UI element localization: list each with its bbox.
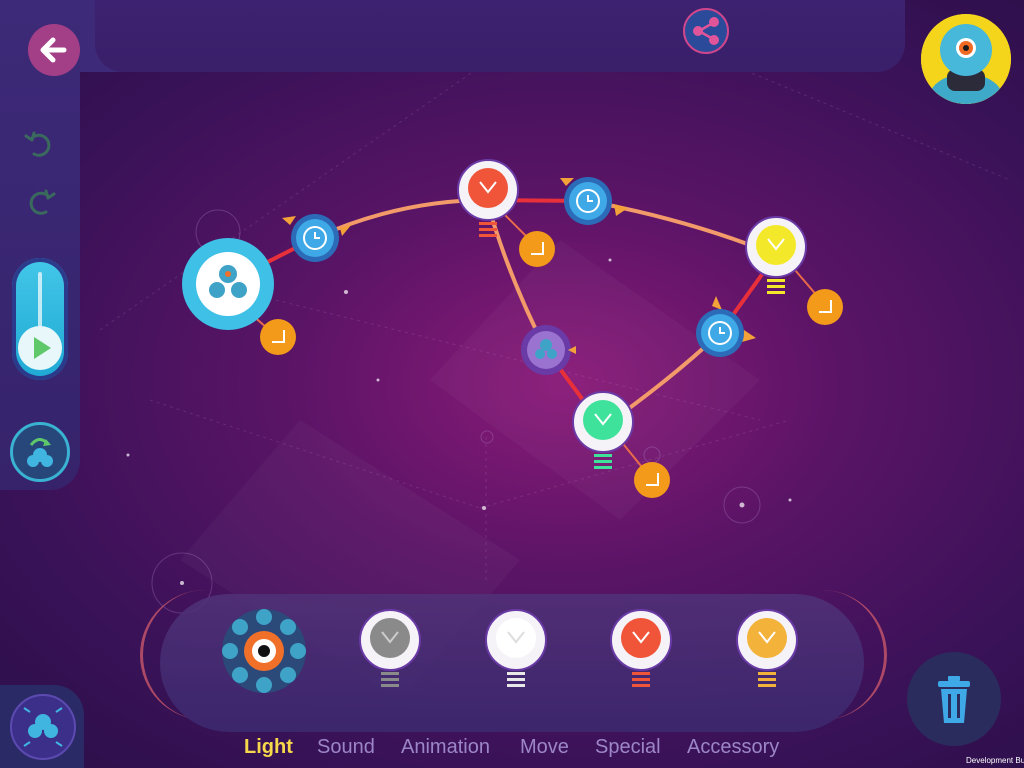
- tab-animation[interactable]: Animation: [401, 736, 490, 759]
- tab-accessory[interactable]: Accessory: [687, 736, 779, 759]
- palette-light-red[interactable]: [610, 609, 672, 687]
- tab-sound[interactable]: Sound: [317, 736, 375, 759]
- tab-special[interactable]: Special: [595, 736, 661, 759]
- tab-move[interactable]: Move: [520, 736, 569, 759]
- palette-eye-light[interactable]: [222, 609, 306, 693]
- tab-light[interactable]: Light: [244, 736, 293, 759]
- palette-light-orange[interactable]: [736, 609, 798, 687]
- trash-icon: [938, 676, 970, 723]
- palette-items: [222, 609, 798, 693]
- palette-light-gray[interactable]: [359, 609, 421, 687]
- dev-build-label: Development Build: [966, 756, 1024, 765]
- trash-button[interactable]: [907, 652, 1001, 746]
- palette-light-white[interactable]: [485, 609, 547, 687]
